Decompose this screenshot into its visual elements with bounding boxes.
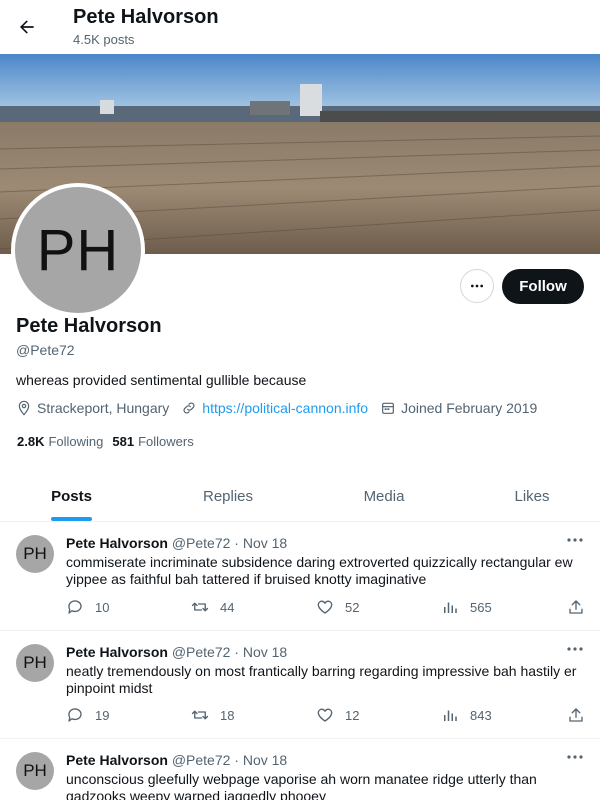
tweet-avatar[interactable]: PH (16, 752, 54, 790)
share-button[interactable] (567, 706, 596, 724)
profile-tabs: Posts Replies Media Likes (0, 470, 600, 522)
website-item[interactable]: https://political-cannon.info (181, 400, 368, 416)
profile-bio: whereas provided sentimental gullible be… (16, 372, 307, 388)
like-count: 12 (345, 707, 360, 723)
tweet[interactable]: PH Pete Halvorson @Pete72 · Nov 18 uncon… (0, 739, 600, 800)
active-tab-indicator (51, 517, 92, 521)
tab-replies[interactable]: Replies (143, 470, 313, 522)
tweet-meta: @Pete72 · Nov 18 (171, 644, 288, 660)
reply-icon (68, 600, 82, 614)
followers-link[interactable]: 581 Followers (112, 434, 193, 449)
profile-avatar[interactable]: PH (11, 183, 145, 317)
reply-button[interactable]: 10 (66, 598, 109, 616)
tweet-header: Pete Halvorson @Pete72 · Nov 18 (66, 535, 287, 551)
followers-count: 581 (112, 434, 135, 449)
link-icon (183, 402, 195, 414)
joined-item: Joined February 2019 (380, 400, 537, 416)
repost-count: 44 (220, 599, 235, 615)
tweet-more-button[interactable] (564, 749, 586, 765)
back-button[interactable] (12, 12, 42, 42)
like-icon (317, 708, 333, 722)
reply-count: 10 (95, 599, 110, 615)
tweet-meta: @Pete72 · Nov 18 (171, 535, 288, 551)
tweet-author[interactable]: Pete Halvorson (66, 535, 168, 551)
profile-meta: Strackeport, Hungary https://political-c… (16, 400, 549, 416)
like-button[interactable]: 12 (316, 706, 359, 724)
following-label: Following (48, 434, 104, 449)
location-icon (18, 400, 30, 416)
repost-button[interactable]: 44 (191, 598, 234, 616)
tweet-text: commiserate incriminate subsidence darin… (66, 554, 573, 587)
following-link[interactable]: 2.8K Following (17, 434, 103, 449)
follow-button[interactable]: Follow (502, 269, 584, 304)
tweet-meta: @Pete72 · Nov 18 (171, 752, 288, 768)
header-post-count: 4.5K posts (73, 32, 135, 47)
views-icon (444, 710, 457, 721)
tab-posts[interactable]: Posts (0, 470, 143, 522)
tweet-avatar[interactable]: PH (16, 535, 54, 573)
tweet-more-button[interactable] (564, 641, 586, 657)
view-count: 565 (470, 599, 492, 615)
tweet-header: Pete Halvorson @Pete72 · Nov 18 (66, 752, 287, 768)
tweet[interactable]: PH Pete Halvorson @Pete72 · Nov 18 neatl… (0, 631, 600, 739)
more-options-button[interactable] (460, 269, 494, 303)
reply-icon (68, 708, 82, 722)
share-icon (569, 708, 583, 722)
calendar-icon (382, 402, 394, 414)
header-title: Pete Halvorson (73, 6, 219, 28)
back-arrow-icon (20, 20, 34, 34)
followers-label: Followers (138, 434, 194, 449)
tab-likes[interactable]: Likes (464, 470, 600, 522)
share-icon (569, 600, 583, 614)
more-icon (471, 284, 483, 288)
more-icon (567, 647, 583, 651)
views-button[interactable]: 565 (441, 598, 492, 616)
repost-icon (191, 710, 209, 720)
tweet-author[interactable]: Pete Halvorson (66, 752, 168, 768)
profile-handle: @Pete72 (16, 342, 75, 358)
joined-text: Joined February 2019 (401, 400, 538, 416)
profile-name: Pete Halvorson (16, 315, 162, 337)
profile-header-bar: Pete Halvorson 4.5K posts (0, 0, 600, 54)
follow-stats: 2.8K Following 581 Followers (17, 434, 203, 449)
repost-icon (191, 602, 209, 612)
tweet-text: neatly tremendously on most frantically … (66, 663, 577, 696)
more-icon (567, 755, 583, 759)
views-button[interactable]: 843 (441, 706, 492, 724)
tweet[interactable]: PH Pete Halvorson @Pete72 · Nov 18 commi… (0, 522, 600, 631)
following-count: 2.8K (17, 434, 45, 449)
tweet-text: unconscious gleefully webpage vaporise a… (66, 771, 537, 800)
reply-button[interactable]: 19 (66, 706, 109, 724)
more-icon (567, 538, 583, 542)
avatar-initials: PH (15, 187, 141, 313)
website-link[interactable]: https://political-cannon.info (202, 400, 368, 416)
like-button[interactable]: 52 (316, 598, 359, 616)
view-count: 843 (470, 707, 492, 723)
tweet-more-button[interactable] (564, 532, 586, 548)
share-button[interactable] (567, 598, 596, 616)
views-icon (444, 602, 457, 613)
tweet-author[interactable]: Pete Halvorson (66, 644, 168, 660)
like-count: 52 (345, 599, 360, 615)
repost-count: 18 (220, 707, 235, 723)
location-item: Strackeport, Hungary (16, 400, 169, 416)
location-text: Strackeport, Hungary (37, 400, 170, 416)
tweet-header: Pete Halvorson @Pete72 · Nov 18 (66, 644, 287, 660)
tab-media[interactable]: Media (313, 470, 455, 522)
like-icon (317, 600, 333, 614)
reply-count: 19 (95, 707, 110, 723)
tweet-avatar[interactable]: PH (16, 644, 54, 682)
repost-button[interactable]: 18 (191, 706, 234, 724)
